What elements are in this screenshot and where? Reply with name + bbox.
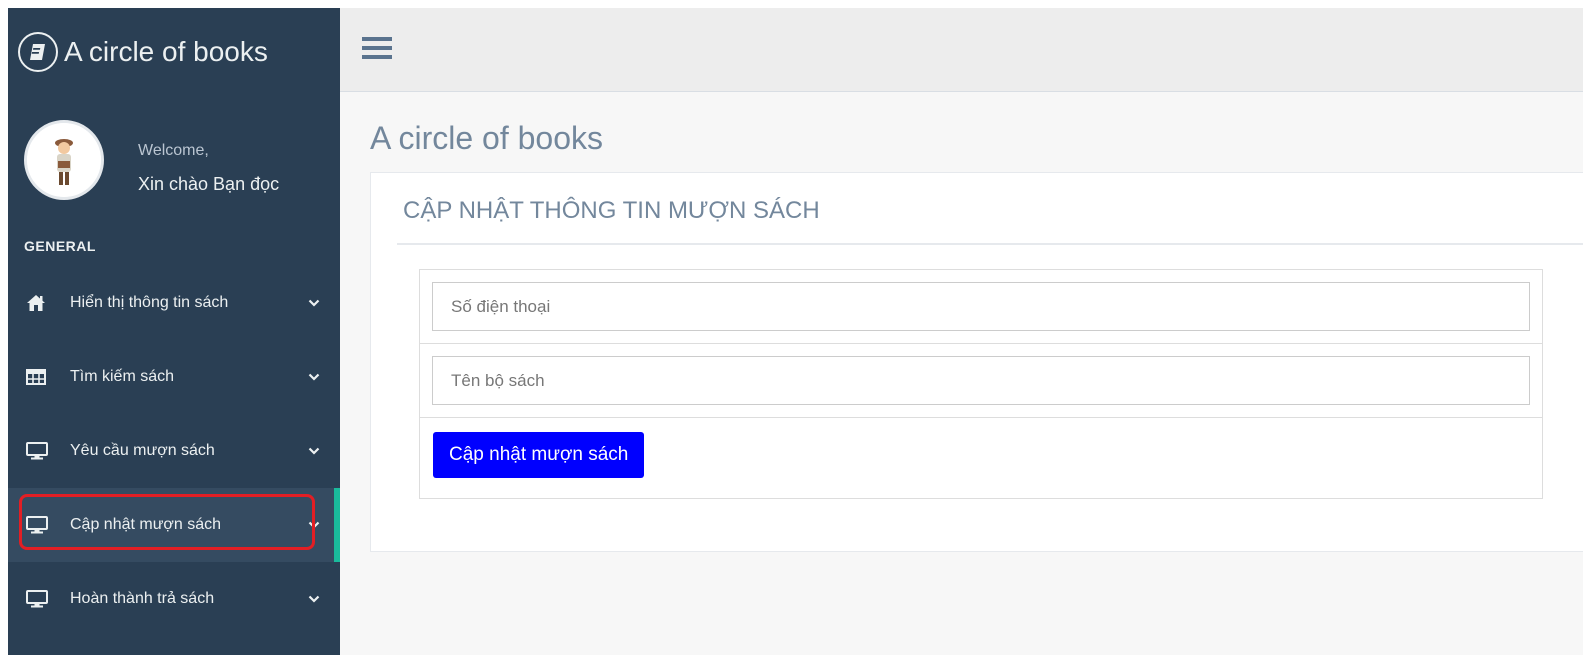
chevron-down-icon [294, 521, 334, 529]
avatar [24, 120, 104, 200]
sidebar-item-label: Hiển thị thông tin sách [70, 294, 229, 311]
hamburger-icon[interactable] [360, 34, 396, 64]
sidebar-item-update-borrow[interactable]: Cập nhật mượn sách [8, 488, 340, 562]
user-profile: Welcome, Xin chào Bạn đọc [24, 120, 334, 202]
brand[interactable]: A circle of books [18, 28, 268, 76]
table-icon [26, 366, 52, 388]
chevron-down-icon [294, 447, 334, 455]
chevron-down-icon [294, 595, 334, 603]
update-borrow-panel: CẬP NHẬT THÔNG TIN MƯỢN SÁCH Cập nhật mư… [370, 172, 1583, 552]
page-title: A circle of books [370, 120, 603, 156]
sidebar-item-complete-return[interactable]: Hoàn thành trả sách [8, 562, 340, 636]
top-nav [340, 8, 1583, 92]
desktop-icon [26, 588, 52, 610]
sidebar: A circle of books Welcome, Xin chào Bạn … [8, 8, 340, 655]
sidebar-item-show-books[interactable]: Hiển thị thông tin sách [8, 266, 340, 340]
chevron-down-icon [294, 299, 334, 307]
sidebar-menu: Hiển thị thông tin sách Tìm kiếm sách Yê… [8, 266, 340, 636]
update-borrow-button[interactable]: Cập nhật mượn sách [433, 432, 645, 478]
section-label-general: GENERAL [24, 238, 96, 254]
sidebar-item-label: Hoàn thành trả sách [70, 590, 215, 607]
username: Xin chào Bạn đọc [138, 174, 280, 194]
app-frame: A circle of books Welcome, Xin chào Bạn … [8, 8, 1583, 655]
welcome-text: Welcome, [138, 142, 209, 159]
reader-avatar-icon [27, 123, 101, 197]
sidebar-item-label: Yêu cầu mượn sách [70, 442, 215, 459]
chevron-down-icon [294, 373, 334, 381]
book-set-name-input[interactable] [432, 356, 1530, 405]
form-row [420, 344, 1542, 418]
borrow-form: Cập nhật mượn sách [419, 269, 1543, 499]
sidebar-item-label: Tìm kiếm sách [70, 368, 175, 385]
form-row: Cập nhật mượn sách [420, 418, 1542, 500]
sidebar-item-label: Cập nhật mượn sách [70, 516, 222, 533]
desktop-icon [26, 440, 52, 462]
form-row [420, 270, 1542, 344]
book-icon [18, 32, 58, 72]
sidebar-item-search-books[interactable]: Tìm kiếm sách [8, 340, 340, 414]
panel-title: CẬP NHẬT THÔNG TIN MƯỢN SÁCH [403, 197, 820, 224]
desktop-icon [26, 514, 52, 536]
phone-number-input[interactable] [432, 282, 1530, 331]
sidebar-item-borrow-request[interactable]: Yêu cầu mượn sách [8, 414, 340, 488]
home-icon [26, 292, 52, 314]
brand-title: A circle of books [64, 36, 268, 67]
divider [397, 243, 1583, 245]
